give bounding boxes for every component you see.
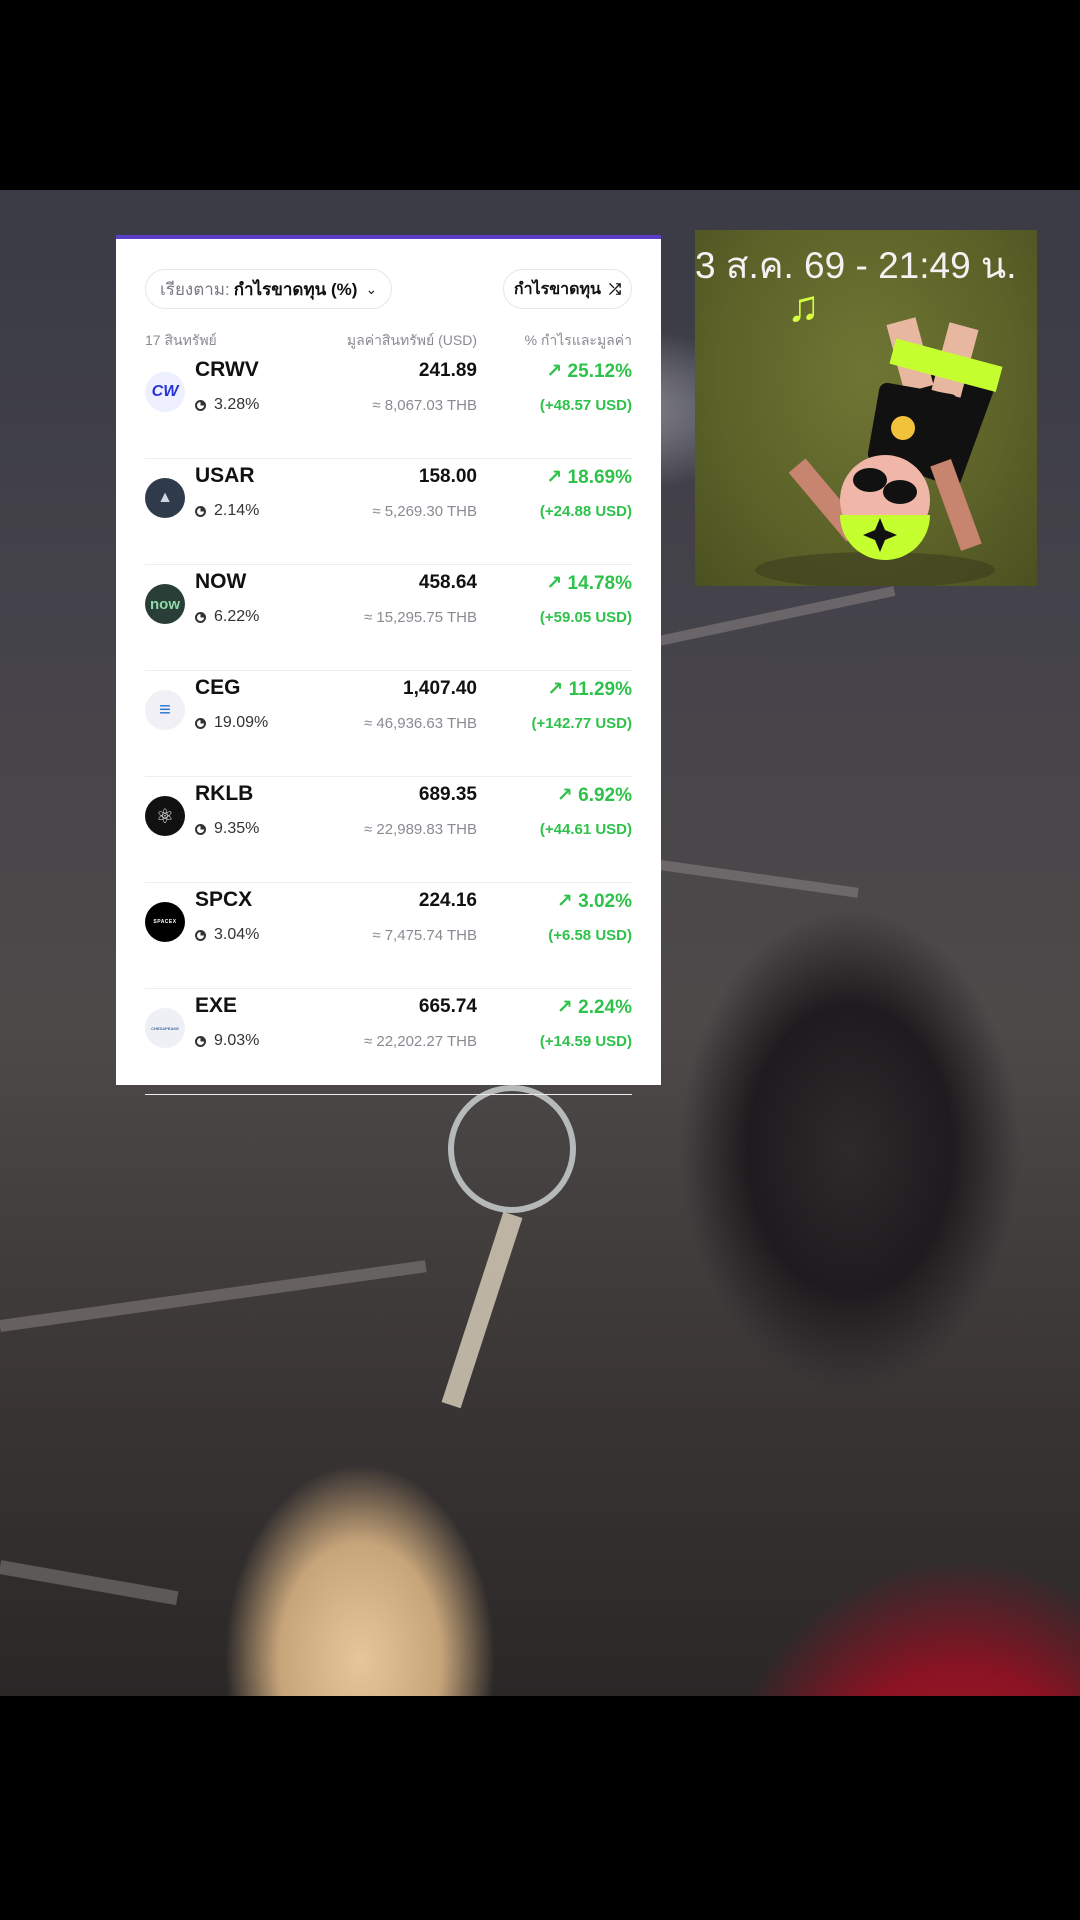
pnl-usd: (+14.59 USD): [539, 1033, 632, 1050]
allocation-value: 2.14%: [214, 502, 260, 519]
value-usd: 689.35: [418, 784, 477, 805]
asset-symbol: RKLB: [195, 782, 254, 805]
allocation: 19.09%: [195, 714, 268, 732]
pie-chart-icon: [195, 929, 206, 941]
value-thb: ≈ 5,269.30 THB: [372, 503, 477, 520]
crwv-logo-icon: CW: [145, 372, 185, 412]
pnl-usd: (+24.88 USD): [539, 503, 632, 520]
pie-chart-icon: [195, 1035, 206, 1047]
asset-symbol: CEG: [195, 676, 241, 699]
value-usd: 241.89: [418, 360, 477, 381]
allocation-value: 3.04%: [214, 926, 260, 943]
pie-chart-icon: [195, 611, 206, 623]
allocation-value: 9.03%: [214, 1032, 260, 1049]
toolbar: เรียงตาม: กำไรขาดทุน (%) ⌄ กำไรขาดทุน ⤮: [145, 269, 632, 309]
now-logo-icon: now: [145, 584, 185, 624]
pie-chart-icon: [195, 717, 206, 729]
asset-symbol: NOW: [195, 570, 247, 593]
asset-row[interactable]: SPACEX SPCX 3.04% 224.16 ≈ 7,475.74 THB …: [145, 882, 632, 989]
pnl-percent: ↗ 3.02%: [556, 891, 632, 912]
value-header: มูลค่าสินทรัพย์ (USD): [346, 332, 477, 348]
pnl-percent: ↗ 18.69%: [546, 467, 632, 488]
pnl-usd: (+44.61 USD): [539, 821, 632, 838]
timestamp-sticker: 3 ส.ค. 69 - 21:49 น. ♫: [695, 230, 1037, 586]
allocation: 9.35%: [195, 820, 259, 838]
pnl-percent: ↗ 14.78%: [546, 573, 632, 594]
pnl-percent: ↗ 11.29%: [547, 679, 632, 700]
allocation: 2.14%: [195, 502, 259, 520]
spcx-logo-icon: SPACEX: [145, 902, 185, 942]
pnl-usd: (+48.57 USD): [539, 397, 632, 414]
sort-dropdown[interactable]: เรียงตาม: กำไรขาดทุน (%) ⌄: [145, 269, 393, 309]
sort-value: กำไรขาดทุน (%): [233, 279, 358, 299]
usar-logo-icon: ▲: [145, 478, 185, 518]
pnl-percent: ↗ 6.92%: [556, 785, 632, 806]
portfolio-card: เรียงตาม: กำไรขาดทุน (%) ⌄ กำไรขาดทุน ⤮ …: [116, 235, 661, 1095]
pnl-usd: (+59.05 USD): [539, 609, 632, 626]
asset-symbol: EXE: [195, 994, 238, 1017]
asset-row[interactable]: CHESAPEAKE EXE 9.03% 665.74 ≈ 22,202.27 …: [145, 988, 632, 1095]
value-usd: 158.00: [418, 466, 477, 487]
pnl-percent: ↗ 25.12%: [546, 361, 632, 382]
value-usd: 665.74: [418, 996, 477, 1017]
allocation-value: 6.22%: [214, 608, 260, 625]
pnl-usd: (+6.58 USD): [548, 927, 632, 944]
pie-chart-icon: [195, 505, 206, 517]
rklb-logo-icon: ⚛: [145, 796, 185, 836]
asset-row[interactable]: ≡ CEG 19.09% 1,407.40 ≈ 46,936.63 THB ↗ …: [145, 670, 632, 777]
asset-symbol: CRWV: [195, 358, 259, 381]
asset-count: 17 สินทรัพย์: [145, 332, 217, 348]
bottom-black-bar: [0, 1696, 1080, 1920]
allocation-value: 19.09%: [214, 714, 269, 731]
value-thb: ≈ 8,067.03 THB: [372, 397, 477, 414]
pie-chart-icon: [195, 399, 206, 411]
asset-row[interactable]: now NOW 6.22% 458.64 ≈ 15,295.75 THB ↗ 1…: [145, 564, 632, 671]
asset-symbol: USAR: [195, 464, 255, 487]
pie-chart-icon: [195, 823, 206, 835]
value-thb: ≈ 46,936.63 THB: [363, 715, 477, 732]
value-thb: ≈ 7,475.74 THB: [372, 927, 477, 944]
value-thb: ≈ 22,989.83 THB: [363, 821, 477, 838]
chevron-down-icon: ⌄: [365, 280, 378, 297]
asset-symbol: SPCX: [195, 888, 253, 911]
value-usd: 224.16: [418, 890, 477, 911]
pnl-usd: (+142.77 USD): [531, 715, 632, 732]
asset-row[interactable]: ⚛ RKLB 9.35% 689.35 ≈ 22,989.83 THB ↗ 6.…: [145, 776, 632, 883]
allocation: 6.22%: [195, 608, 259, 626]
allocation-value: 9.35%: [214, 820, 260, 837]
column-headers: 17 สินทรัพย์ มูลค่าสินทรัพย์ (USD) % กำไ…: [145, 330, 632, 350]
value-thb: ≈ 15,295.75 THB: [363, 609, 477, 626]
value-thb: ≈ 22,202.27 THB: [363, 1033, 477, 1050]
toggle-label: กำไรขาดทุน: [513, 280, 601, 298]
shuffle-icon: ⤮: [608, 280, 621, 298]
fan-image: [448, 1085, 576, 1213]
handstand-character-icon: [755, 317, 1003, 586]
value-usd: 458.64: [418, 572, 477, 593]
asset-row[interactable]: ▲ USAR 2.14% 158.00 ≈ 5,269.30 THB ↗ 18.…: [145, 458, 632, 565]
value-usd: 1,407.40: [403, 678, 477, 699]
pnl-percent: ↗ 2.24%: [556, 997, 632, 1018]
exe-logo-icon: CHESAPEAKE: [145, 1008, 185, 1048]
allocation: 3.04%: [195, 926, 259, 944]
pnl-toggle-button[interactable]: กำไรขาดทุน ⤮: [502, 269, 632, 309]
sort-prefix: เรียงตาม:: [160, 279, 230, 299]
ceg-logo-icon: ≡: [145, 690, 185, 730]
allocation-value: 3.28%: [214, 396, 260, 413]
pct-header: % กำไรและมูลค่า: [524, 332, 632, 348]
allocation: 9.03%: [195, 1032, 259, 1050]
allocation: 3.28%: [195, 396, 259, 414]
asset-row[interactable]: CW CRWV 3.28% 241.89 ≈ 8,067.03 THB ↗ 25…: [145, 352, 632, 459]
